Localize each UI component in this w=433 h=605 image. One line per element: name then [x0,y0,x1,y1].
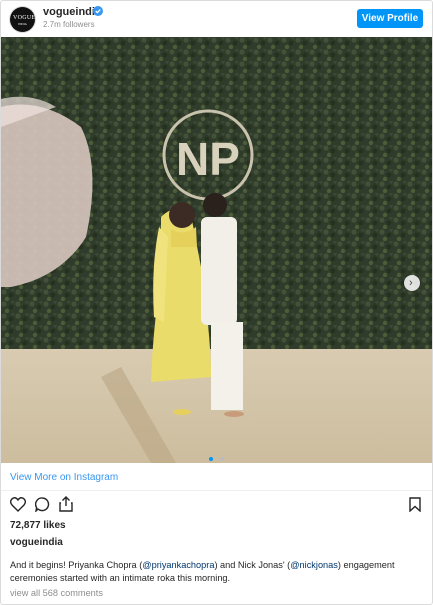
heart-icon[interactable] [10,497,26,512]
instagram-embed: VOGUE INDIA vogueindia 2.7m followers Vi… [0,0,433,605]
comment-icon[interactable] [35,497,50,512]
follower-count: 2.7m followers [43,20,95,29]
caption-text: ) and Nick Jonas' ( [214,560,291,570]
photo-scene: NP [1,37,432,463]
mention-link[interactable]: @priyankachopra [142,560,214,570]
sign-text: NP [176,133,240,185]
like-count[interactable]: 72,877 likes [10,520,66,531]
chevron-right-icon: › [409,277,413,289]
verified-badge-icon [93,6,103,16]
view-profile-button[interactable]: View Profile [357,9,423,28]
caption-text: And it begins! Priyanka Chopra ( [10,560,143,570]
mention-link[interactable]: @nickjonas [290,560,338,570]
post-image[interactable]: NP › [1,37,432,463]
share-icon[interactable] [59,496,73,512]
carousel-dot-2 [219,457,224,461]
divider [1,490,432,491]
next-image-button[interactable]: › [404,275,420,291]
post-header: VOGUE INDIA vogueindia 2.7m followers Vi… [1,1,432,37]
avatar-logo-subtext: INDIA [18,22,27,26]
caption-username[interactable]: vogueindia [10,537,63,548]
bookmark-icon[interactable] [409,497,421,512]
view-more-link[interactable]: View More on Instagram [10,472,118,483]
post-caption: And it begins! Priyanka Chopra (@priyank… [10,559,420,585]
carousel-indicator [1,448,432,466]
view-comments-link[interactable]: view all 568 comments [10,588,103,598]
avatar[interactable]: VOGUE INDIA [10,7,35,32]
carousel-dot-1 [209,457,214,461]
